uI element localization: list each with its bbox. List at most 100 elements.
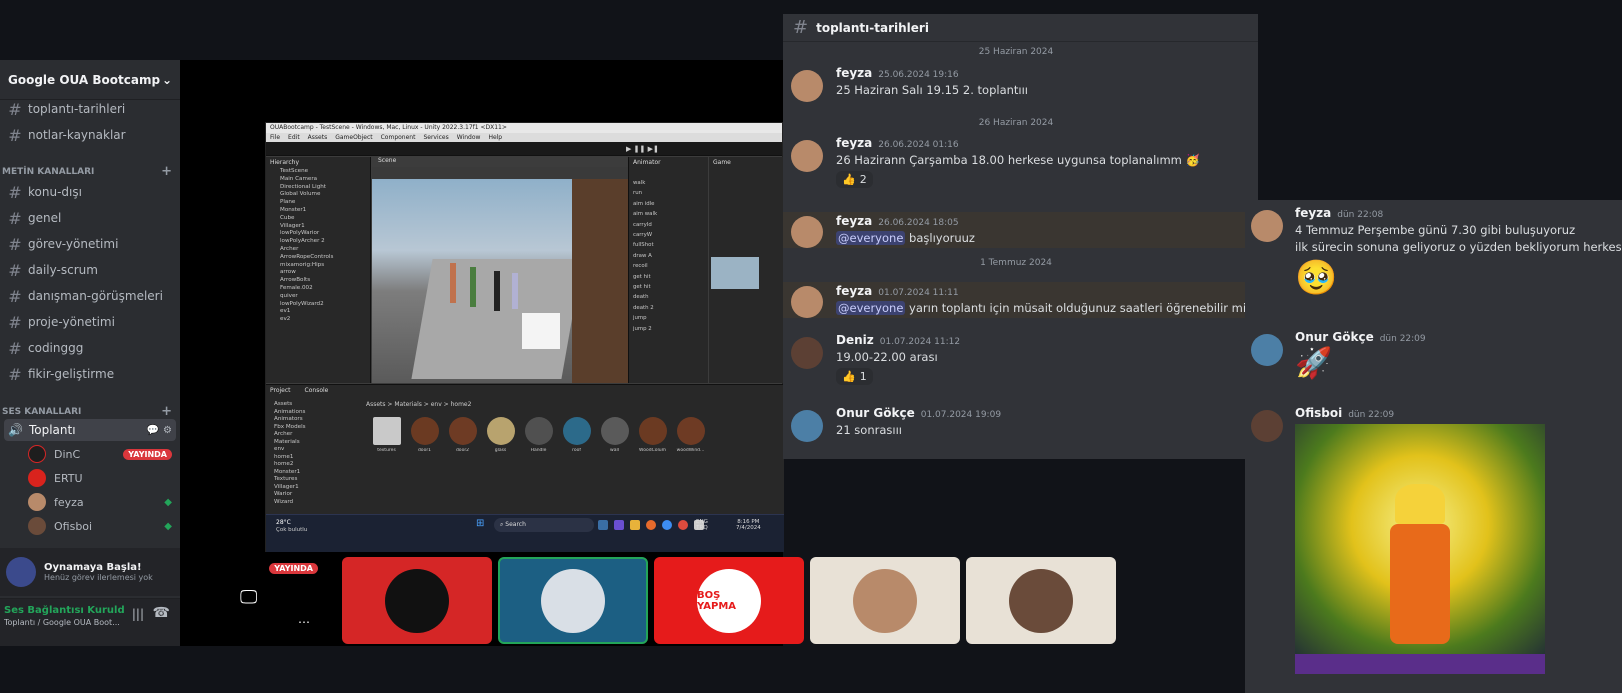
animator-param[interactable]: walk xyxy=(633,178,708,188)
menu-services[interactable]: Services xyxy=(423,133,448,142)
asset-item[interactable]: woodWind... xyxy=(675,417,706,453)
username[interactable]: feyza xyxy=(836,284,872,298)
folder-item[interactable]: env xyxy=(274,446,360,454)
attached-image[interactable] xyxy=(1295,424,1545,674)
play-icon[interactable]: ▶ ❚❚ ▶❚ xyxy=(626,145,659,153)
asset-item[interactable]: textures xyxy=(371,417,402,453)
category-voice-channels[interactable]: SES KANALLARI + xyxy=(2,404,172,419)
participant-tile[interactable] xyxy=(342,557,492,644)
animator-param[interactable]: carryId xyxy=(633,220,708,230)
hierarchy-item[interactable]: quiver xyxy=(280,293,370,301)
animator-param[interactable]: get hit xyxy=(633,282,708,292)
folder-item[interactable]: Materials xyxy=(274,439,360,447)
folder-item[interactable]: Animations xyxy=(274,409,360,417)
hierarchy-item[interactable]: lowPolyWizard2 xyxy=(280,301,370,309)
folder-item[interactable]: Wizard xyxy=(274,499,360,507)
gear-icon[interactable]: ⚙ xyxy=(163,425,172,436)
discord-icon[interactable] xyxy=(614,520,624,530)
animator-tab[interactable]: Animator xyxy=(629,157,708,168)
channel-item[interactable]: # görev-yönetimi xyxy=(6,233,174,255)
menu-assets[interactable]: Assets xyxy=(308,133,328,142)
language-indicator[interactable]: ENG TRQ xyxy=(696,519,708,531)
animator-param[interactable]: jump 2 xyxy=(633,324,708,334)
menu-component[interactable]: Component xyxy=(381,133,416,142)
hierarchy-item[interactable]: Directional Light xyxy=(280,184,370,192)
animator-param[interactable]: get hit xyxy=(633,272,708,282)
edge-icon[interactable] xyxy=(662,520,672,530)
folder-icon[interactable] xyxy=(630,520,640,530)
hierarchy-item[interactable]: Villager1 xyxy=(280,223,370,231)
participant-tile[interactable]: BOŞ YAPMA xyxy=(654,557,804,644)
reaction[interactable]: 👍 2 xyxy=(836,171,873,188)
username[interactable]: Onur Gökçe xyxy=(1295,330,1374,344)
folder-item[interactable]: Animators xyxy=(274,416,360,424)
animator-param[interactable]: death 2 xyxy=(633,303,708,313)
hierarchy-item[interactable]: Cube xyxy=(280,215,370,223)
channel-item[interactable]: # danışman-görüşmeleri xyxy=(6,285,174,307)
mention[interactable]: @everyone xyxy=(836,301,906,315)
hierarchy-item[interactable]: Archer xyxy=(280,246,370,254)
username[interactable]: Ofisboi xyxy=(1295,406,1342,420)
asset-item[interactable]: roof xyxy=(561,417,592,453)
animator-param[interactable]: run xyxy=(633,188,708,198)
plus-icon[interactable]: + xyxy=(161,404,172,419)
message[interactable]: feyza dün 22:08 4 Temmuz Perşembe günü 7.… xyxy=(1245,206,1622,298)
voice-channel-toplanti[interactable]: 🔊 Toplantı 💬 ⚙ xyxy=(4,419,176,441)
animator-param[interactable]: recoil xyxy=(633,261,708,271)
folder-item[interactable]: Villager1 xyxy=(274,484,360,492)
message[interactable]: feyza 25.06.2024 19:16 25 Haziran Salı 19… xyxy=(783,66,1258,102)
asset-item[interactable]: Handle xyxy=(523,417,554,453)
animator-param[interactable]: aim idle xyxy=(633,199,708,209)
participant-tile[interactable] xyxy=(966,557,1116,644)
project-tab[interactable]: Project xyxy=(270,387,291,394)
channel-item[interactable]: # konu-dışı xyxy=(6,181,174,203)
voice-user[interactable]: ERTU xyxy=(28,468,172,488)
scene-tab[interactable]: Scene xyxy=(372,157,628,167)
plus-icon[interactable]: + xyxy=(161,164,172,179)
asset-item[interactable]: door2 xyxy=(447,417,478,453)
hierarchy-item[interactable]: arrow xyxy=(280,269,370,277)
reaction[interactable]: 👍 1 xyxy=(836,368,873,385)
menu-gameobject[interactable]: GameObject xyxy=(335,133,372,142)
folder-item[interactable]: Assets xyxy=(274,401,360,409)
animator-param[interactable]: fullShot xyxy=(633,240,708,250)
channel-item-toplanti-tarihleri[interactable]: # toplantı-tarihleri xyxy=(6,98,174,120)
message[interactable]: Deniz 01.07.2024 11:12 19.00-22.00 arası … xyxy=(783,333,1258,385)
hierarchy-item[interactable]: TestScene xyxy=(280,168,370,176)
voice-user[interactable]: DinC YAYINDA xyxy=(28,444,172,464)
channel-item[interactable]: # codinggg xyxy=(6,337,174,359)
asset-item[interactable]: wall xyxy=(599,417,630,453)
message[interactable]: feyza 01.07.2024 11:11 @everyone yarın to… xyxy=(783,282,1279,318)
hierarchy-item[interactable]: ArrowBolts xyxy=(280,277,370,285)
disconnect-icon[interactable]: ☎ xyxy=(153,605,170,621)
channel-item[interactable]: # fikir-geliştirme xyxy=(6,363,174,385)
channel-item-notlar-kaynaklar[interactable]: # notlar-kaynaklar xyxy=(6,124,174,146)
folder-item[interactable]: Fbx Models xyxy=(274,424,360,432)
noise-icon[interactable]: ||| xyxy=(132,607,144,621)
taskbar-search[interactable]: ⌕ Search xyxy=(494,518,594,532)
unity-screenshare[interactable]: OUABootcamp - TestScene - Windows, Mac, … xyxy=(265,122,784,552)
channel-item[interactable]: # daily-scrum xyxy=(6,259,174,281)
channel-item[interactable]: # proje-yönetimi xyxy=(6,311,174,333)
category-text-channels[interactable]: METİN KANALLARI + xyxy=(2,164,172,179)
menu-file[interactable]: File xyxy=(270,133,280,142)
hierarchy-item[interactable]: lowPolyArcher 2 xyxy=(280,238,370,246)
folder-item[interactable]: home2 xyxy=(274,461,360,469)
message[interactable]: Ofisboi dün 22:09 xyxy=(1245,406,1622,674)
console-tab[interactable]: Console xyxy=(305,387,329,394)
clock[interactable]: 8:16 PM 7/4/2024 xyxy=(736,519,761,531)
menu-help[interactable]: Help xyxy=(488,133,502,142)
username[interactable]: Deniz xyxy=(836,333,874,347)
message[interactable]: Onur Gökçe dün 22:09 🚀 xyxy=(1245,330,1622,381)
hierarchy-item[interactable]: ArrowRopeControls xyxy=(280,254,370,262)
asset-item[interactable]: glass xyxy=(485,417,516,453)
menu-edit[interactable]: Edit xyxy=(288,133,300,142)
app-icon[interactable] xyxy=(598,520,608,530)
animator-param[interactable]: carryW xyxy=(633,230,708,240)
participant-tile[interactable] xyxy=(498,557,648,644)
firefox-icon[interactable] xyxy=(646,520,656,530)
hierarchy-item[interactable]: mixamorig:Hips xyxy=(280,262,370,270)
hierarchy-item[interactable]: Monster1 xyxy=(280,207,370,215)
username[interactable]: feyza xyxy=(836,66,872,80)
animator-param[interactable]: jump xyxy=(633,313,708,323)
